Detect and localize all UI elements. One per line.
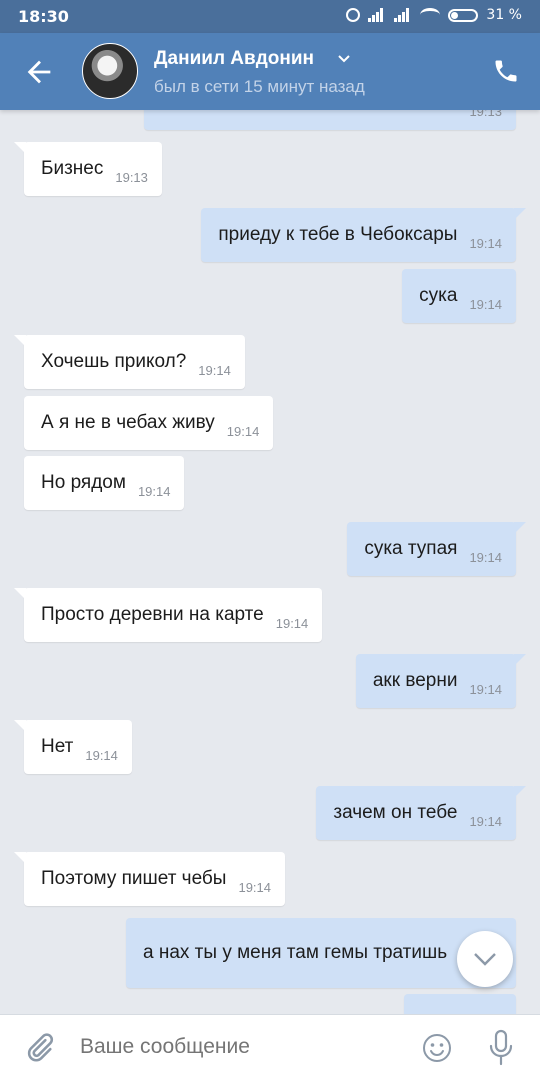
message-text: приеду к тебе в Чебоксары <box>218 224 458 245</box>
message-time: 19:14 <box>469 236 502 251</box>
message-time: 19:13 <box>115 170 148 185</box>
message-incoming[interactable]: Хочешь прикол? 19:14 <box>14 335 245 389</box>
message-outgoing[interactable]: зачем он тебе 19:14 <box>316 786 526 840</box>
chat-header: Даниил Авдонин был в сети 15 минут назад <box>0 33 540 110</box>
contact-name[interactable]: Даниил Авдонин <box>154 48 314 70</box>
message-text: А я не в чебах живу <box>41 412 215 433</box>
message-time: 19:14 <box>275 616 309 631</box>
message-text: Бизнес <box>41 158 104 179</box>
message-time: 19:14 <box>85 748 118 763</box>
message-text: а нах ты у меня там гемы тратишь <box>143 942 448 963</box>
message-text: Хочешь прикол? <box>41 351 187 372</box>
message-incoming[interactable]: Нет 19:14 <box>14 720 132 774</box>
chevron-down-icon[interactable] <box>338 53 350 65</box>
microphone-icon[interactable] <box>486 1029 516 1067</box>
message-outgoing[interactable]: 19:13 <box>144 110 516 130</box>
phone-icon[interactable] <box>492 57 520 85</box>
message-time: 19:14 <box>137 484 171 499</box>
message-incoming[interactable]: Поэтому пишет чебы 19:14 <box>14 852 286 906</box>
wifi-icon <box>420 8 441 22</box>
scroll-down-button[interactable] <box>457 931 513 987</box>
message-outgoing[interactable]: сука тупая 19:14 <box>347 522 526 576</box>
battery-icon <box>448 8 479 22</box>
status-time: 18:30 <box>18 7 69 26</box>
message-text: Но рядом <box>41 472 126 493</box>
message-time: 19:14 <box>469 297 502 312</box>
status-icons: 31 % <box>346 7 522 23</box>
message-text: Поэтому пишет чебы <box>41 868 227 889</box>
arrow-left-icon[interactable] <box>22 55 56 89</box>
message-outgoing[interactable]: акк верни 19:14 <box>355 654 526 708</box>
message-list[interactable]: 19:13 Бизнес 19:13 приеду к тебе в Чебок… <box>0 110 540 1014</box>
message-text: Нет <box>41 736 74 757</box>
message-time: 19:14 <box>226 424 260 439</box>
chevron-down-icon <box>474 953 496 966</box>
message-outgoing[interactable]: приеду к тебе в Чебоксары 19:14 <box>201 208 526 262</box>
message-time: 19:13 <box>469 110 502 119</box>
message-time: 19:14 <box>238 880 272 895</box>
message-time: 19:14 <box>469 682 502 697</box>
message-time: 19:14 <box>469 550 502 565</box>
status-bar: 18:30 31 % <box>0 0 540 33</box>
message-text: зачем он тебе <box>333 802 458 823</box>
message-composer <box>0 1014 540 1080</box>
battery-percent: 31 % <box>486 7 522 23</box>
message-incoming[interactable]: Просто деревни на карте 19:14 <box>14 588 323 642</box>
message-text: Просто деревни на карте <box>41 604 264 625</box>
message-time: 19:14 <box>469 814 502 829</box>
paperclip-icon[interactable] <box>22 1031 56 1065</box>
contact-status: был в сети 15 минут назад <box>154 77 365 96</box>
message-outgoing[interactable]: сука 19:14 <box>402 269 516 323</box>
message-text: сука тупая <box>364 538 458 559</box>
signal-icon <box>368 8 386 22</box>
avatar[interactable] <box>82 43 138 99</box>
alarm-icon <box>346 8 361 22</box>
smiley-icon[interactable] <box>421 1032 453 1064</box>
message-input[interactable] <box>80 1035 400 1059</box>
message-text: сука <box>419 285 458 306</box>
message-time: 19:14 <box>198 363 231 378</box>
message-text: акк верни <box>372 670 458 691</box>
message-outgoing[interactable] <box>404 994 516 1014</box>
signal-icon-2 <box>394 8 412 22</box>
message-incoming[interactable]: А я не в чебах живу 19:14 <box>24 396 274 450</box>
message-incoming[interactable]: Бизнес 19:13 <box>14 142 162 196</box>
message-incoming[interactable]: Но рядом 19:14 <box>24 456 185 510</box>
